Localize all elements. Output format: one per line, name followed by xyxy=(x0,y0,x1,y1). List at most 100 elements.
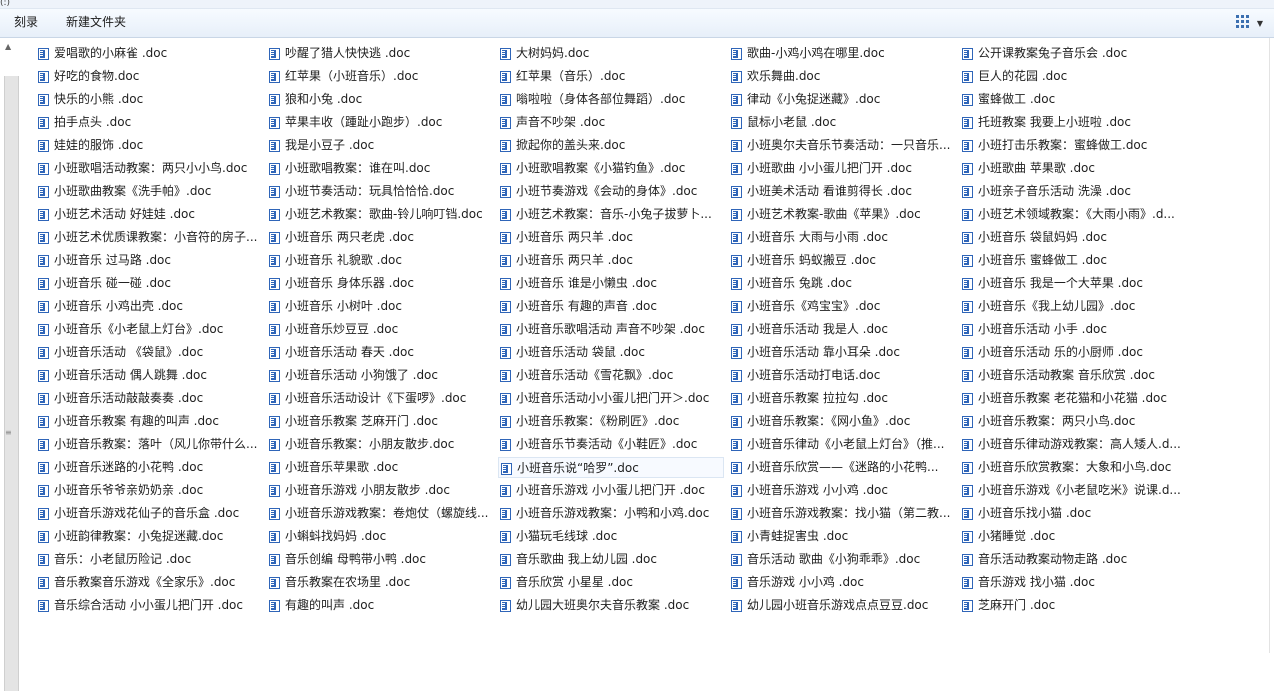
file-item[interactable]: 嗡啦啦（身体各部位舞蹈）.doc xyxy=(498,89,724,110)
file-item[interactable]: 娃娃的服饰 .doc xyxy=(36,135,262,156)
file-item[interactable]: 红苹果（小班音乐）.doc xyxy=(267,66,493,87)
file-item[interactable]: 小班亲子音乐活动 洗澡 .doc xyxy=(960,181,1186,202)
file-item[interactable]: 幼儿园大班奥尔夫音乐教案 .doc xyxy=(498,595,724,616)
file-item[interactable]: 狼和小兔 .doc xyxy=(267,89,493,110)
file-item[interactable]: 小班音乐活动小小蛋儿把门开＞.doc xyxy=(498,388,724,409)
file-item[interactable]: 蜜蜂做工 .doc xyxy=(960,89,1186,110)
file-item[interactable]: 掀起你的盖头来.doc xyxy=(498,135,724,156)
file-item[interactable]: 小班打击乐教案：蜜蜂做工.doc xyxy=(960,135,1186,156)
file-item[interactable]: 幼儿园小班音乐游戏点点豆豆.doc xyxy=(729,595,955,616)
file-item[interactable]: 音乐教案音乐游戏《全家乐》.doc xyxy=(36,572,262,593)
file-item[interactable]: 小班音乐活动教案 音乐欣赏 .doc xyxy=(960,365,1186,386)
new-folder-button[interactable]: 新建文件夹 xyxy=(62,9,130,37)
file-item[interactable]: 小班音乐炒豆豆 .doc xyxy=(267,319,493,340)
file-item[interactable]: 小班音乐《鸡宝宝》.doc xyxy=(729,296,955,317)
file-item[interactable]: 音乐游戏 小小鸡 .doc xyxy=(729,572,955,593)
file-item[interactable]: 小班艺术领域教案：《大雨小雨》.d... xyxy=(960,204,1186,225)
file-item[interactable]: 音乐歌曲 我上幼儿园 .doc xyxy=(498,549,724,570)
file-item[interactable]: 小班美术活动 看谁剪得长 .doc xyxy=(729,181,955,202)
file-item[interactable]: 我是小豆子 .doc xyxy=(267,135,493,156)
file-item[interactable]: 小班音乐 碰一碰 .doc xyxy=(36,273,262,294)
file-item[interactable]: 小班音乐活动 春天 .doc xyxy=(267,342,493,363)
file-item[interactable]: 小班艺术教案：歌曲-铃儿响叮铛.doc xyxy=(267,204,493,225)
file-item[interactable]: 小班音乐教案：两只小鸟.doc xyxy=(960,411,1186,432)
file-item[interactable]: 鼠标小老鼠 .doc xyxy=(729,112,955,133)
file-item[interactable]: 音乐欣赏 小星星 .doc xyxy=(498,572,724,593)
file-item[interactable]: 小班歌曲教案《洗手帕》.doc xyxy=(36,181,262,202)
file-item[interactable]: 红苹果（音乐）.doc xyxy=(498,66,724,87)
file-item[interactable]: 小班音乐教案：《网小鱼》.doc xyxy=(729,411,955,432)
file-item[interactable]: 小班音乐活动 小狗饿了 .doc xyxy=(267,365,493,386)
file-item[interactable]: 歌曲-小鸡小鸡在哪里.doc xyxy=(729,43,955,64)
file-item[interactable]: 小班音乐欣赏教案：大象和小鸟.doc xyxy=(960,457,1186,478)
file-item[interactable]: 小班歌唱教案：谁在叫.doc xyxy=(267,158,493,179)
file-item[interactable]: 小班艺术教案-歌曲《苹果》.doc xyxy=(729,204,955,225)
file-item[interactable]: 小班音乐游戏花仙子的音乐盒 .doc xyxy=(36,503,262,524)
file-item[interactable]: 小班音乐苹果歌 .doc xyxy=(267,457,493,478)
file-item[interactable]: 小班音乐歌唱活动 声音不吵架 .doc xyxy=(498,319,724,340)
file-item[interactable]: 小班音乐 过马路 .doc xyxy=(36,250,262,271)
file-item[interactable]: 小猪睡觉 .doc xyxy=(960,526,1186,547)
file-item[interactable]: 小班音乐活动 偶人跳舞 .doc xyxy=(36,365,262,386)
file-item[interactable]: 小青蛙捉害虫 .doc xyxy=(729,526,955,547)
file-item[interactable]: 小班音乐《我上幼儿园》.doc xyxy=(960,296,1186,317)
file-item[interactable]: 小班音乐教案 有趣的叫声 .doc xyxy=(36,411,262,432)
file-item[interactable]: 音乐游戏 找小猫 .doc xyxy=(960,572,1186,593)
file-item[interactable]: 小班音乐活动打电话.doc xyxy=(729,365,955,386)
file-item[interactable]: 小班歌唱活动教案：两只小小鸟.doc xyxy=(36,158,262,179)
file-item[interactable]: 爱唱歌的小麻雀 .doc xyxy=(36,43,262,64)
file-item[interactable]: 声音不吵架 .doc xyxy=(498,112,724,133)
file-item[interactable]: 小班音乐游戏教案：找小猫（第二教... xyxy=(729,503,955,524)
file-item[interactable]: 大树妈妈.doc xyxy=(498,43,724,64)
file-item[interactable]: 小班音乐教案：小朋友散步.doc xyxy=(267,434,493,455)
file-item[interactable]: 小班音乐游戏教案：卷炮仗（螺旋线... xyxy=(267,503,493,524)
file-item[interactable]: 小班音乐 谁是小懒虫 .doc xyxy=(498,273,724,294)
file-item[interactable]: 小班音乐欣赏——《迷路的小花鸭... xyxy=(729,457,955,478)
file-item[interactable]: 苹果丰收（踵趾小跑步）.doc xyxy=(267,112,493,133)
file-item[interactable]: 小班音乐 蚂蚁搬豆 .doc xyxy=(729,250,955,271)
file-item[interactable]: 小班音乐 小树叶 .doc xyxy=(267,296,493,317)
file-item[interactable]: 小班音乐 有趣的声音 .doc xyxy=(498,296,724,317)
file-item[interactable]: 小班音乐 礼貌歌 .doc xyxy=(267,250,493,271)
file-item[interactable]: 小班歌曲 小小蛋儿把门开 .doc xyxy=(729,158,955,179)
file-item[interactable]: 小班音乐游戏 小小鸡 .doc xyxy=(729,480,955,501)
file-item[interactable]: 小班音乐教案：《粉刷匠》.doc xyxy=(498,411,724,432)
file-item[interactable]: 欢乐舞曲.doc xyxy=(729,66,955,87)
file-item[interactable]: 小班节奏活动：玩具恰恰恰.doc xyxy=(267,181,493,202)
file-item[interactable]: 小班音乐律动游戏教案：高人矮人.d... xyxy=(960,434,1186,455)
file-item[interactable]: 小班音乐 袋鼠妈妈 .doc xyxy=(960,227,1186,248)
file-item[interactable]: 小班艺术优质课教案：小音符的房子... xyxy=(36,227,262,248)
file-item[interactable]: 公开课教案兔子音乐会 .doc xyxy=(960,43,1186,64)
file-item[interactable]: 小班音乐教案：落叶（风儿你带什么... xyxy=(36,434,262,455)
file-item[interactable]: 小班音乐 两只老虎 .doc xyxy=(267,227,493,248)
burn-button[interactable]: 刻录 xyxy=(10,9,42,37)
file-item[interactable]: 好吃的食物.doc xyxy=(36,66,262,87)
file-item[interactable]: 小班音乐 小鸡出壳 .doc xyxy=(36,296,262,317)
file-item[interactable]: 小班音乐找小猫 .doc xyxy=(960,503,1186,524)
file-item[interactable]: 小班音乐活动《雪花飘》.doc xyxy=(498,365,724,386)
file-item[interactable]: 音乐活动教案动物走路 .doc xyxy=(960,549,1186,570)
file-item[interactable]: 小班音乐活动设计《下蛋啰》.doc xyxy=(267,388,493,409)
file-item[interactable]: 小班音乐游戏教案：小鸭和小鸡.doc xyxy=(498,503,724,524)
file-item[interactable]: 小班音乐 蜜蜂做工 .doc xyxy=(960,250,1186,271)
file-item[interactable]: 小班音乐教案 拉拉勾 .doc xyxy=(729,388,955,409)
file-item[interactable]: 小班音乐活动 袋鼠 .doc xyxy=(498,342,724,363)
file-item[interactable]: 小班节奏游戏《会动的身体》.doc xyxy=(498,181,724,202)
file-item[interactable]: 小班音乐 两只羊 .doc xyxy=(498,227,724,248)
file-item[interactable]: 音乐：小老鼠历险记 .doc xyxy=(36,549,262,570)
file-item[interactable]: 小班音乐游戏 小小蛋儿把门开 .doc xyxy=(498,480,724,501)
file-item[interactable]: 有趣的叫声 .doc xyxy=(267,595,493,616)
file-item[interactable]: 小班音乐游戏 小朋友散步 .doc xyxy=(267,480,493,501)
file-item[interactable]: 小班音乐活动 小手 .doc xyxy=(960,319,1186,340)
file-item[interactable]: 小班音乐 身体乐器 .doc xyxy=(267,273,493,294)
file-item[interactable]: 小班音乐 两只羊 .doc xyxy=(498,250,724,271)
file-item[interactable]: 小班音乐游戏《小老鼠吃米》说课.d... xyxy=(960,480,1186,501)
file-item[interactable]: 小班音乐活动 我是人 .doc xyxy=(729,319,955,340)
file-item[interactable]: 快乐的小熊 .doc xyxy=(36,89,262,110)
file-item[interactable]: 小班艺术活动 好娃娃 .doc xyxy=(36,204,262,225)
file-item[interactable]: 音乐综合活动 小小蛋儿把门开 .doc xyxy=(36,595,262,616)
file-item[interactable]: 小班音乐教案 老花猫和小花猫 .doc xyxy=(960,388,1186,409)
file-item[interactable]: 小班韵律教案：小兔捉迷藏.doc xyxy=(36,526,262,547)
file-item[interactable]: 托班教案 我要上小班啦 .doc xyxy=(960,112,1186,133)
file-item[interactable]: 小班音乐 大雨与小雨 .doc xyxy=(729,227,955,248)
